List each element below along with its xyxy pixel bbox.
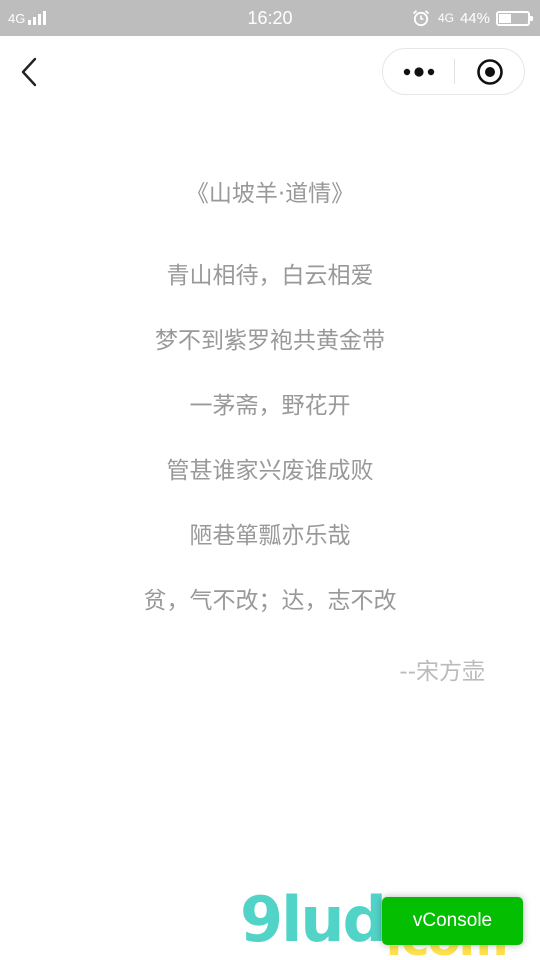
capsule-menu <box>382 48 525 95</box>
poem-line: 陋巷箪瓢亦乐哉 <box>189 523 351 549</box>
poem-title: 《山坡羊·道情》 <box>185 181 355 207</box>
target-circle-icon <box>477 58 503 85</box>
poem-author: --宋方壶 <box>399 659 485 685</box>
back-button[interactable] <box>14 54 44 90</box>
more-dots-icon <box>403 66 434 77</box>
network-type-secondary: 4G <box>437 11 454 25</box>
battery-icon <box>496 10 533 26</box>
status-bar: 4G 16:20 4G 44% <box>0 0 540 36</box>
poem-line: 青山相待，白云相爱 <box>166 263 374 289</box>
status-right: 4G 44% <box>412 0 533 36</box>
battery-percent: 44% <box>459 9 490 27</box>
screen: 4G 16:20 4G 44% 《山坡羊·道情》 青山相待，白云相爱 梦不到紫罗… <box>0 0 540 960</box>
poem-line: 贫，气不改；达，志不改 <box>143 588 397 614</box>
vconsole-button[interactable]: vConsole <box>382 897 523 945</box>
more-button[interactable] <box>383 49 454 94</box>
close-miniprogram-button[interactable] <box>455 49 525 94</box>
poem-line: 一茅斋，野花开 <box>189 393 351 419</box>
battery-fill <box>499 13 511 23</box>
poem-line: 梦不到紫罗袍共黄金带 <box>155 328 385 354</box>
poem-line: 管甚谁家兴废谁成败 <box>166 458 374 484</box>
watermark-number: 9lud <box>240 883 387 956</box>
chevron-left-icon <box>21 57 37 87</box>
alarm-icon <box>412 10 430 27</box>
